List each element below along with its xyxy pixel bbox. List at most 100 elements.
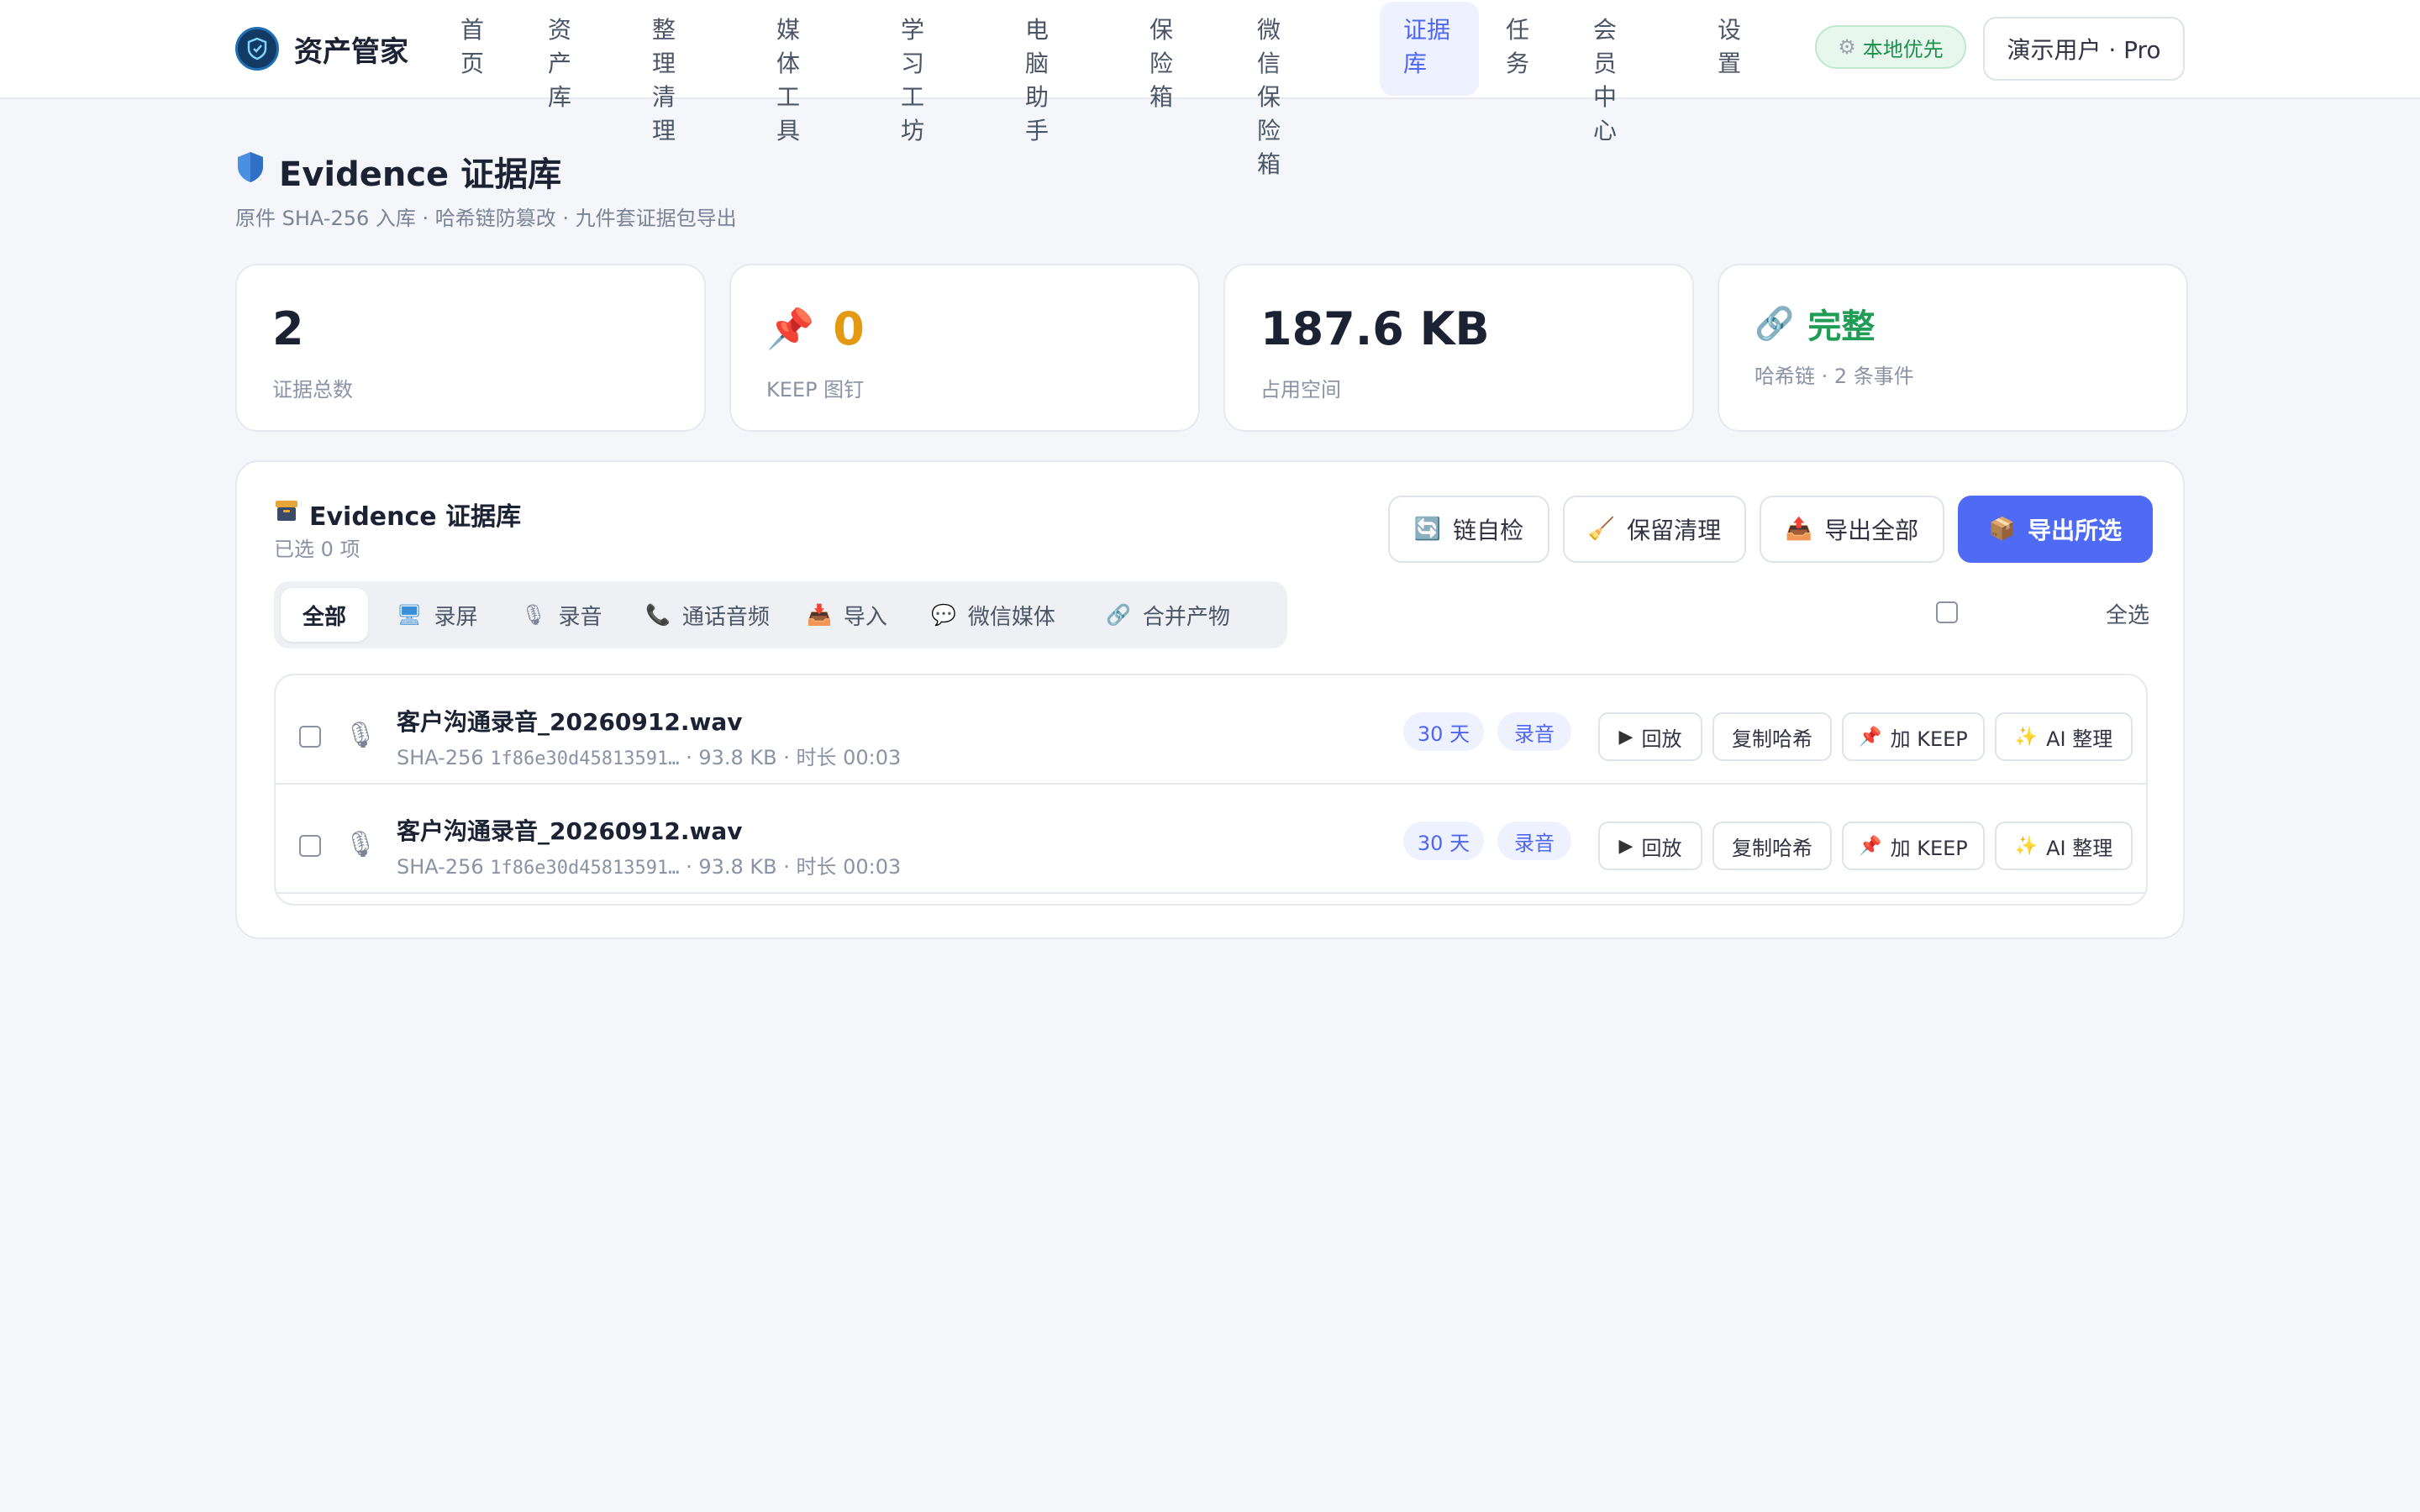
stat-value: 187.6 KB [1260, 302, 1490, 355]
nav-label: 首 [460, 16, 485, 44]
nav-item-membership[interactable]: 会员中心 [1570, 2, 1634, 144]
export-all-button[interactable]: 📤 导出全部 [1760, 496, 1944, 563]
add-keep-button[interactable]: 📌 加 KEEP [1842, 712, 1985, 761]
page-title-text: Evidence 证据库 [279, 155, 562, 194]
hash-algo: SHA-256 [397, 855, 484, 879]
monitor-icon: 🖥 [397, 603, 423, 627]
button-label: AI 整理 [2046, 727, 2113, 751]
filter-tabs: 全部 🖥 录屏 🎙 录音 📞 通话音频 📥 导入 💬 微信媒体 🔗 合并产物 [274, 581, 1287, 648]
tab-import[interactable]: 📥 导入 [792, 588, 902, 642]
play-icon: ▶ [1618, 726, 1634, 748]
link-icon: 🔗 [1754, 304, 1795, 342]
tab-audio-recording[interactable]: 🎙 录音 [506, 588, 617, 642]
ai-organize-button[interactable]: ✨ AI 整理 [1995, 822, 2133, 870]
button-label: 加 KEEP [1890, 836, 1968, 860]
tab-label: 导入 [843, 604, 887, 630]
export-selected-button[interactable]: 📦 导出所选 [1958, 496, 2153, 563]
microphone-icon: 🎙 [521, 603, 547, 627]
nav-item-home[interactable]: 首页 [437, 2, 501, 96]
speech-bubble-icon: 💬 [931, 603, 956, 627]
chain-check-button[interactable]: 🔄 链自检 [1388, 496, 1549, 563]
gear-icon: ⚙ [1838, 35, 1856, 59]
nav-label: 媒体工 [776, 16, 801, 111]
play-button[interactable]: ▶ 回放 [1598, 712, 1702, 761]
phone-icon: 📞 [645, 603, 671, 627]
file-meta: SHA-256 1f86e30d45813591… · 93.8 KB · 时长… [397, 850, 901, 879]
select-all-checkbox[interactable] [1936, 601, 1958, 623]
sparkles-icon: ✨ [2014, 726, 2039, 748]
file-name: 客户沟通录音_20260912.wav [397, 817, 743, 845]
nav-item-safe-box[interactable]: 保险箱 [1126, 2, 1190, 111]
hash-algo: SHA-256 [397, 746, 484, 769]
pushpin-icon: 📌 [1859, 835, 1882, 857]
tab-screen-recording[interactable]: 🖥 录屏 [381, 588, 492, 642]
panel-title-text: Evidence 证据库 [309, 502, 522, 532]
panel-title: Evidence 证据库 [274, 496, 521, 533]
row-checkbox[interactable] [299, 726, 321, 748]
row-checkbox[interactable] [299, 835, 321, 857]
pushpin-icon: 📌 [766, 306, 815, 351]
select-all-label[interactable]: 全选 [2106, 598, 2149, 629]
stat-card-storage: 187.6 KB 占用空间 [1223, 264, 1694, 432]
nav-item-settings[interactable]: 设置 [1694, 2, 1758, 96]
stat-label: 证据总数 [272, 378, 353, 402]
ai-organize-button[interactable]: ✨ AI 整理 [1995, 712, 2133, 761]
copy-hash-button[interactable]: 复制哈希 [1712, 712, 1832, 761]
hash-value: 1f86e30d45813591… [490, 748, 680, 769]
stat-label: 占用空间 [1260, 378, 1341, 402]
hash-value: 1f86e30d45813591… [490, 858, 680, 879]
nav-item-evidence[interactable]: 证据库 [1380, 2, 1479, 96]
tab-label: 录屏 [434, 604, 478, 630]
retention-badge: 30 天 [1403, 712, 1484, 751]
badge-label: 本地优先 [1862, 37, 1944, 61]
retention-clean-button[interactable]: 🧹 保留清理 [1563, 496, 1746, 563]
nav-label: 务 [1506, 50, 1530, 77]
nav-label: 保险 [1150, 16, 1174, 77]
nav-item-pc-assistant[interactable]: 电脑助手 [1002, 2, 1065, 144]
sparkles-icon: ✨ [2014, 835, 2039, 857]
nav-item-learning-workshop[interactable]: 学习工坊 [877, 2, 941, 144]
tab-call-audio[interactable]: 📞 通话音频 [630, 588, 785, 642]
evidence-list: 🎙 客户沟通录音_20260912.wav SHA-256 1f86e30d45… [274, 674, 2148, 906]
nav-label: 置 [1718, 50, 1742, 77]
stat-label: KEEP 图钉 [766, 378, 865, 402]
inbox-tray-icon: 📥 [807, 603, 832, 627]
nav-label: 整理清 [652, 16, 676, 111]
export-package-icon: 📦 [1988, 517, 2017, 542]
tab-wechat-media[interactable]: 💬 微信媒体 [916, 588, 1071, 642]
top-bar: 资产管家 首页 资产库 整理清理 媒体工具 学习工坊 电脑助手 保险箱 微信保险… [0, 0, 2420, 178]
nav-item-tasks[interactable]: 任务 [1482, 2, 1546, 96]
shield-icon [235, 150, 266, 192]
button-label: 导出所选 [2028, 517, 2123, 544]
evidence-panel: Evidence 证据库 已选 0 项 🔄 链自检 🧹 保留清理 📤 导出全部 … [235, 460, 2185, 939]
nav-label: 电脑助 [1025, 16, 1050, 111]
file-name: 客户沟通录音_20260912.wav [397, 708, 743, 736]
button-label: 导出全部 [1824, 517, 1919, 544]
tab-merged-output[interactable]: 🔗 合并产物 [1091, 588, 1245, 642]
tab-label: 录音 [558, 604, 602, 630]
nav-label: 学习工 [901, 16, 925, 111]
stat-card-chain: 🔗 完整 哈希链 · 2 条事件 [1718, 264, 2188, 432]
nav-item-wechat-safe[interactable]: 微信保 险箱 [1234, 2, 1297, 178]
size-duration: · 93.8 KB · 时长 00:03 [679, 855, 902, 879]
copy-hash-button[interactable]: 复制哈希 [1712, 822, 1832, 870]
user-menu-button[interactable]: 演示用户 · Pro [1983, 17, 2185, 81]
tab-all[interactable]: 全部 [281, 588, 368, 642]
nav-item-asset-library[interactable]: 资产库 [524, 2, 588, 111]
nav-label: 箱 [1150, 83, 1174, 111]
tab-label: 通话音频 [681, 604, 770, 630]
play-button[interactable]: ▶ 回放 [1598, 822, 1702, 870]
type-badge: 录音 [1497, 822, 1571, 860]
add-keep-button[interactable]: 📌 加 KEEP [1842, 822, 1985, 870]
nav-item-media-tools[interactable]: 媒体工具 [753, 2, 817, 144]
brand[interactable]: 资产管家 [235, 25, 408, 72]
play-icon: ▶ [1618, 835, 1634, 857]
microphone-icon: 🎙 [345, 721, 377, 750]
selected-count: 已选 0 项 [274, 538, 360, 561]
button-label: 保留清理 [1627, 517, 1722, 544]
nav-item-organize-clean[interactable]: 整理清理 [629, 2, 692, 144]
brand-title: 资产管家 [294, 34, 408, 69]
nav-label: 心 [1593, 117, 1618, 144]
button-label: 回放 [1641, 836, 1682, 860]
nav-label: 具 [776, 117, 801, 144]
